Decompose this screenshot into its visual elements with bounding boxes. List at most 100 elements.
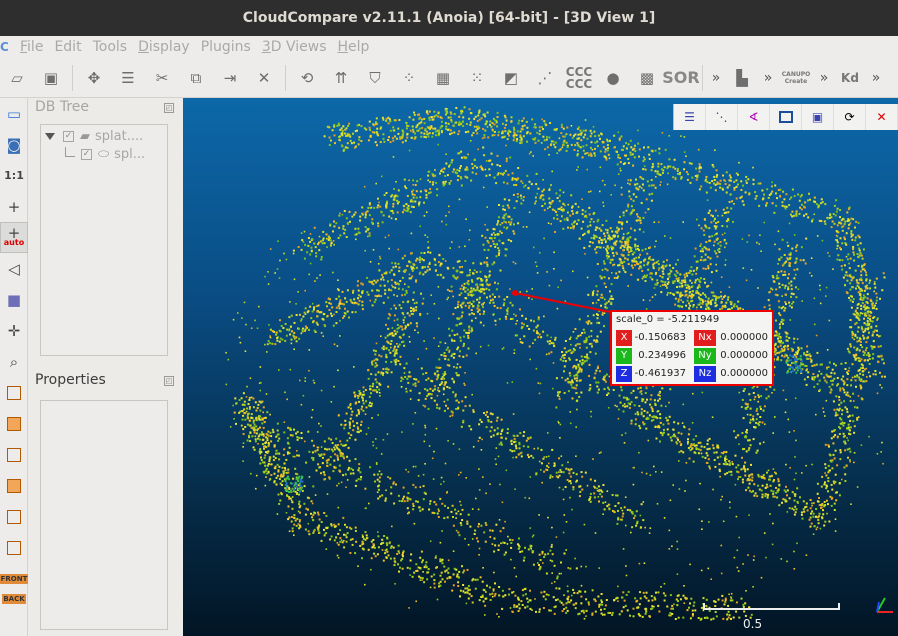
menu-bar: C File Edit Tools Display Plugins 3D Vie… — [0, 36, 898, 58]
noise-icon[interactable]: ⁙ — [462, 63, 492, 93]
auto-pivot-button[interactable]: + auto — [0, 222, 28, 253]
scissors-icon[interactable]: ✂ — [147, 63, 177, 93]
globe-icon[interactable]: ✥ — [79, 63, 109, 93]
nx-label: Nx — [694, 329, 716, 346]
ny-value: 0.000000 — [720, 350, 768, 361]
scale-value: 0.5 — [743, 617, 763, 631]
canupo-label: CANUPO Create — [781, 70, 811, 85]
menu-help[interactable]: Help — [338, 39, 370, 55]
view-bottom-icon[interactable] — [0, 532, 28, 563]
toolbar-overflow-button[interactable]: » — [815, 70, 833, 86]
nz-label: Nz — [694, 365, 716, 382]
back-label: BACK — [2, 594, 26, 604]
save-icon[interactable]: ▣ — [36, 63, 66, 93]
delete-icon[interactable]: ✕ — [249, 63, 279, 93]
tree-item-child[interactable]: ✓ ⬭ spl... — [65, 146, 146, 162]
properties-float-button[interactable]: ◰ — [164, 376, 174, 386]
distance-icon[interactable]: ◩ — [496, 63, 526, 93]
shield-icon[interactable]: ⛉ — [360, 63, 390, 93]
histogram-icon[interactable]: ▙ — [727, 63, 757, 93]
db-tree-title: DB Tree — [35, 99, 90, 115]
menu-file[interactable]: File — [20, 39, 43, 55]
canupo-icon[interactable]: CANUPO Create — [779, 63, 813, 93]
move-icon[interactable]: ✛ — [0, 315, 28, 346]
pick-row-x: X -0.150683 Nx 0.000000 — [616, 329, 768, 346]
view-left-icon[interactable] — [0, 439, 28, 470]
ccc-label: CCC CCC — [565, 64, 593, 91]
ccc-icon[interactable]: CCC CCC — [564, 63, 594, 93]
app-logo-icon: C — [0, 40, 9, 54]
view-right-icon[interactable] — [0, 501, 28, 532]
view-front-icon[interactable] — [0, 408, 28, 439]
normals-icon[interactable]: ⇈ — [326, 63, 356, 93]
list-view-icon[interactable]: ☰ — [674, 104, 706, 130]
y-value: 0.234996 — [638, 350, 686, 361]
perspective-icon[interactable]: ◁ — [0, 253, 28, 284]
scale-tick-right — [838, 603, 840, 609]
monitor-icon[interactable]: ▭ — [0, 98, 28, 129]
nz-value: 0.000000 — [720, 368, 768, 379]
view-front-iso-icon[interactable]: FRONT — [0, 563, 29, 594]
db-tree-panel: ✓ ▰ splat.... ✓ ⬭ spl... — [40, 124, 168, 356]
kd-icon[interactable]: Kd — [835, 63, 865, 93]
angle-icon[interactable]: ∢ — [738, 104, 770, 130]
window-title: CloudCompare v2.11.1 (Anoia) [64-bit] - … — [242, 10, 656, 26]
db-tree-float-button[interactable]: ◰ — [164, 103, 174, 113]
ny-label: Ny — [694, 347, 716, 364]
segment-icon[interactable]: ⟲ — [292, 63, 322, 93]
menu-tools[interactable]: Tools — [93, 39, 128, 55]
toolbar-overflow-button[interactable]: » — [867, 70, 885, 86]
axis-trihedron — [876, 597, 893, 613]
density-icon[interactable]: ▦ — [428, 63, 458, 93]
zoom-1-1-button[interactable]: 1:1 — [0, 160, 28, 191]
menu-plugins[interactable]: Plugins — [201, 39, 251, 55]
cube-view-icon[interactable]: ■ — [0, 284, 28, 315]
crosshair-icon[interactable]: + — [0, 191, 28, 222]
auto-label: auto — [3, 237, 25, 247]
pick-row-z: Z -0.461937 Nz 0.000000 — [616, 365, 768, 382]
point-pair-icon[interactable]: ⋱ — [706, 104, 738, 130]
y-axis-label: Y — [616, 347, 632, 364]
save-label-icon[interactable]: ▣ — [802, 104, 834, 130]
open-icon[interactable]: ▱ — [2, 63, 32, 93]
crop-icon[interactable]: ⧉ — [181, 63, 211, 93]
sor-icon[interactable]: SOR — [662, 63, 699, 93]
3d-view[interactable]: ☰ ⋱ ∢ ▣ ⟳ ✕ scale_0 = -5.211949 X -0.150… — [183, 98, 898, 636]
cloud-icon: ⬭ — [98, 147, 110, 162]
distance2-icon[interactable]: ⋰ — [530, 63, 560, 93]
sample-icon[interactable]: ⁘ — [394, 63, 424, 93]
expand-arrow-icon[interactable] — [45, 133, 55, 140]
view-back-iso-icon[interactable]: BACK — [0, 594, 28, 608]
toolbar-overflow-button[interactable]: » — [759, 70, 777, 86]
window-title-bar: CloudCompare v2.11.1 (Anoia) [64-bit] - … — [0, 0, 898, 36]
zoom-icon[interactable]: ⌕ — [0, 346, 28, 377]
menu-3d-views[interactable]: 3D Views — [262, 39, 327, 55]
z-value: -0.461937 — [634, 368, 686, 379]
tree-item-label: splat.... — [95, 129, 144, 144]
view-back-icon[interactable] — [0, 470, 28, 501]
properties-title: Properties — [35, 372, 106, 388]
camera-icon[interactable]: ◙ — [0, 129, 28, 160]
scale-bar — [703, 608, 840, 610]
toolbar-separator — [702, 64, 703, 91]
menu-edit[interactable]: Edit — [54, 39, 81, 55]
list-icon[interactable]: ☰ — [113, 63, 143, 93]
checker-icon[interactable]: ▩ — [632, 63, 662, 93]
folder-icon: ▰ — [80, 129, 90, 144]
view-top-icon[interactable] — [0, 377, 28, 408]
menu-display[interactable]: Display — [138, 39, 190, 55]
visibility-checkbox[interactable]: ✓ — [63, 131, 74, 142]
tree-item-root[interactable]: ✓ ▰ splat.... — [45, 129, 143, 144]
tree-item-label: spl... — [114, 147, 146, 162]
toolbar-separator — [72, 64, 73, 91]
toolbar-overflow-button[interactable]: » — [707, 70, 725, 86]
rectangle-icon[interactable] — [770, 104, 802, 130]
rotate-icon[interactable]: ⟳ — [834, 104, 866, 130]
merge-icon[interactable]: ⇥ — [215, 63, 245, 93]
blob-icon[interactable]: ● — [598, 63, 628, 93]
x-value: -0.150683 — [634, 332, 686, 343]
visibility-checkbox[interactable]: ✓ — [81, 149, 92, 160]
tree-branch-line — [65, 146, 75, 157]
close-icon[interactable]: ✕ — [866, 104, 898, 130]
sor-label: SOR — [662, 68, 700, 87]
